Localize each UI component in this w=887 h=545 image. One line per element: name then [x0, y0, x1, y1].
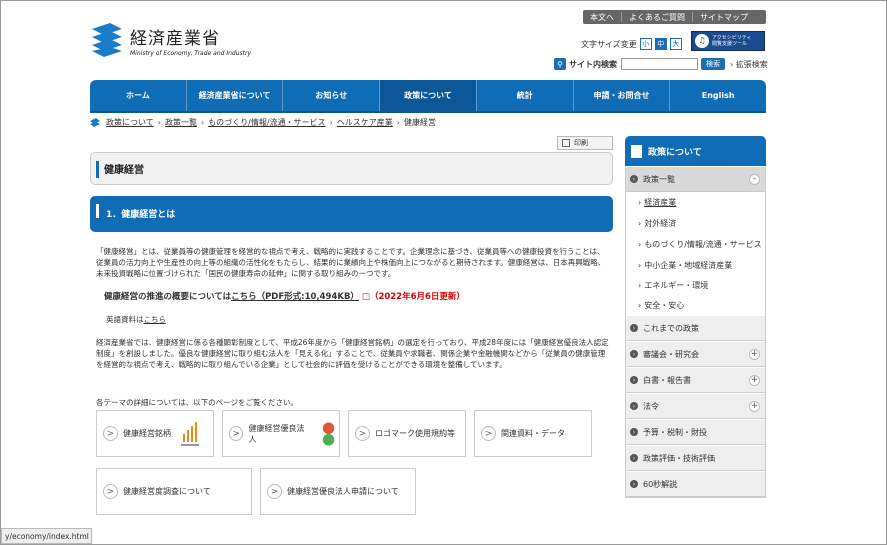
nav-news[interactable]: お知らせ	[283, 80, 381, 111]
accessibility-tool-button[interactable]: ♫ アクセシビリティ 閲覧支援ツール	[691, 31, 765, 51]
printer-icon	[562, 139, 570, 147]
card-related-data[interactable]: > 関連資料・データ	[474, 410, 592, 457]
breadcrumb-item[interactable]: ヘルスケア産業	[337, 117, 393, 128]
breadcrumb-item[interactable]: 政策一覧	[165, 117, 197, 128]
status-bar-url: y/economy/index.html	[1, 528, 92, 544]
card-application[interactable]: > 健康経営優良法人申請について	[260, 468, 416, 515]
sidebar-header: 政策について	[625, 136, 766, 166]
breadcrumb: 政策について › 政策一覧 › ものづくり/情報/流通・サービス › ヘルスケア…	[90, 117, 436, 128]
expand-icon[interactable]: +	[749, 374, 760, 386]
chevron-right-icon: >	[103, 426, 118, 441]
font-size-switcher: 文字サイズ変更 小 中 大	[581, 38, 682, 50]
card-survey[interactable]: > 健康経営度調査について	[96, 468, 252, 515]
logo-title: 経済産業省	[130, 28, 220, 49]
meigara-logo-image	[181, 421, 199, 446]
sidebar-sub-energy[interactable]: › エネルギー・環境	[638, 280, 708, 291]
meti-logo[interactable]: 経済産業省 Ministry of Economy, Trade and Ind…	[90, 23, 251, 57]
print-button[interactable]: 印刷	[557, 136, 613, 150]
bullet-icon: ›	[630, 402, 638, 410]
bullet-icon: ›	[630, 428, 638, 436]
search-button[interactable]: 検索	[701, 58, 725, 70]
accessibility-icon: ♫	[695, 34, 709, 48]
nav-about[interactable]: 経済産業省について	[187, 80, 284, 111]
nav-underline	[90, 111, 766, 113]
bullet-icon: ›	[630, 376, 638, 384]
sidebar-item-budget[interactable]: › 予算・税制・財投	[626, 419, 765, 445]
system-paragraph: 経済産業省では、健康経営に係る各種顕彰制度として、平成26年度から「健康経営銘柄…	[96, 338, 609, 369]
chevron-right-icon: >	[229, 426, 244, 441]
sidebar-item-laws[interactable]: › 法令 +	[626, 393, 765, 419]
sidebar-item-white-papers[interactable]: › 白書・報告書 +	[626, 367, 765, 393]
overview-pdf-link[interactable]: こちら（PDF形式:10,494KB）	[231, 292, 359, 302]
updated-note: （2022年6月6日更新）	[369, 292, 465, 302]
site-search: ⚲ サイト内検索 検索 › 拡張検索	[554, 58, 768, 70]
bullet-icon: ›	[630, 350, 638, 358]
accessibility-label-2: 閲覧支援ツール	[712, 41, 748, 47]
sitemap-link[interactable]: サイトマップ	[693, 12, 755, 23]
nav-statistics[interactable]: 統計	[477, 80, 574, 111]
chevron-right-icon: >	[103, 484, 118, 499]
search-label: サイト内検索	[569, 59, 617, 69]
english-material-line: 英語資料はこちら	[106, 315, 167, 324]
nav-home[interactable]: ホーム	[90, 80, 187, 111]
sidebar-item-60sec[interactable]: › 60秒解説	[626, 471, 765, 497]
nav-application[interactable]: 申請・お問合せ	[574, 80, 671, 111]
search-icon: ⚲	[554, 58, 566, 70]
sidebar-item-past-policies[interactable]: › これまでの政策	[626, 315, 765, 341]
page-title: 健康経営	[90, 152, 613, 185]
advanced-search-link[interactable]: › 拡張検索	[730, 59, 768, 70]
faq-link[interactable]: よくあるご質問	[622, 12, 692, 23]
bullet-icon: ›	[630, 480, 638, 488]
chevron-right-icon: >	[481, 426, 496, 441]
bullet-icon: ›	[630, 175, 638, 183]
nav-policy[interactable]: 政策について	[380, 80, 477, 111]
font-size-label: 文字サイズ変更	[581, 39, 637, 49]
font-size-small-button[interactable]: 小	[639, 38, 652, 50]
sidebar-sub-chusho[interactable]: › 中小企業・地域経済産業	[638, 260, 732, 271]
section-heading: 1．健康経営とは	[90, 196, 613, 232]
yuryo-hojin-logo-image	[322, 421, 335, 446]
expand-icon[interactable]: +	[749, 348, 760, 360]
collapse-icon[interactable]: -	[749, 173, 760, 185]
breadcrumb-current: 健康経営	[403, 118, 436, 127]
card-logo-rules[interactable]: > ロゴマーク使用規約等	[348, 410, 466, 457]
utility-links: 本文へ よくあるご質問 サイトマップ	[583, 10, 766, 24]
sidebar-sub-taigai[interactable]: › 対外経済	[638, 218, 676, 229]
document-icon	[631, 144, 642, 158]
sidebar: › 政策一覧 - › 経済産業 › 対外経済 › ものづくり/情報/流通・サービス › 中…	[625, 166, 766, 498]
meti-logo-icon	[92, 23, 122, 57]
nav-english[interactable]: English	[670, 80, 766, 111]
bullet-icon: ›	[630, 324, 638, 332]
home-icon[interactable]	[90, 117, 100, 128]
sidebar-sub-keizai-sangyo[interactable]: › 経済産業	[638, 197, 676, 208]
sidebar-sub-safety[interactable]: › 安全・安心	[638, 300, 684, 311]
chevron-right-icon: >	[355, 426, 370, 441]
font-size-large-button[interactable]: 大	[669, 38, 682, 50]
sidebar-item-evaluation[interactable]: › 政策評価・技術評価	[626, 445, 765, 471]
global-nav: ホーム 経済産業省について お知らせ 政策について 統計 申請・お問合せ Eng…	[90, 80, 766, 111]
breadcrumb-item[interactable]: 政策について	[106, 117, 154, 128]
bullet-icon: ›	[630, 454, 638, 462]
chevron-right-icon: >	[267, 484, 282, 499]
details-intro: 各テーマの詳細については、以下のページをご覧ください。	[96, 398, 298, 407]
breadcrumb-item[interactable]: ものづくり/情報/流通・サービス	[208, 117, 325, 128]
browser-frame: { "toplinks":{"text_skip":"本文へ","faq":"よ…	[0, 0, 887, 545]
skip-to-content-link[interactable]: 本文へ	[583, 12, 621, 23]
pdf-icon: □	[361, 292, 370, 302]
english-material-link[interactable]: こちら	[144, 315, 167, 324]
search-input[interactable]	[621, 58, 698, 70]
print-label: 印刷	[574, 139, 588, 147]
sidebar-item-councils[interactable]: › 審議会・研究会 +	[626, 341, 765, 367]
logo-subtitle: Ministry of Economy, Trade and Industry	[130, 49, 252, 57]
intro-paragraph: 「健康経営」とは、従業員等の健康管理を経営的な視点で考え、戦略的に実践することで…	[96, 247, 606, 278]
expand-icon[interactable]: +	[749, 400, 760, 412]
sidebar-sub-monozukuri[interactable]: › ものづくり/情報/流通・サービス	[638, 239, 762, 250]
overview-line: 健康経営の推進の概要についてはこちら（PDF形式:10,494KB） □（202…	[104, 292, 465, 302]
card-kenko-meigara[interactable]: > 健康経営銘柄	[96, 410, 214, 457]
card-yuryo-hojin[interactable]: > 健康経営優良法人	[222, 410, 340, 457]
sidebar-item-policy-list[interactable]: › 政策一覧 -	[626, 166, 765, 192]
font-size-medium-button[interactable]: 中	[654, 38, 667, 50]
